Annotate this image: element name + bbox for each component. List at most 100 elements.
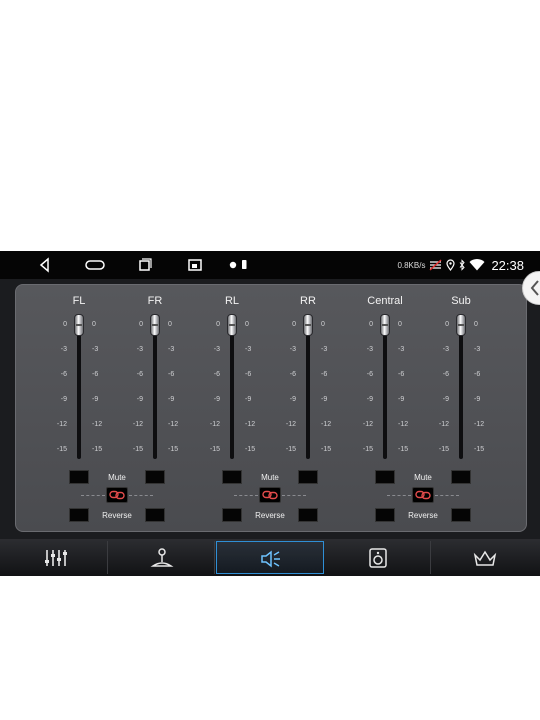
link-line xyxy=(234,495,258,496)
tick-label: -12 xyxy=(56,421,67,428)
tick-label: 0 xyxy=(63,321,67,328)
tick-label: -15 xyxy=(398,446,409,453)
reverse-toggle[interactable] xyxy=(222,508,242,522)
link-icon xyxy=(415,490,431,500)
tick-label: -15 xyxy=(56,446,67,453)
no-signal-icon xyxy=(429,259,442,271)
tick-label: -6 xyxy=(213,371,220,378)
gain-slider-track[interactable] xyxy=(153,331,157,459)
gain-slider-knob[interactable] xyxy=(303,314,313,336)
mute-toggle[interactable] xyxy=(222,470,242,484)
tick-label: -3 xyxy=(136,346,143,353)
back-icon[interactable] xyxy=(37,257,53,273)
tick-label: -6 xyxy=(442,371,449,378)
gain-slider-knob[interactable] xyxy=(74,314,84,336)
link-line xyxy=(282,495,306,496)
screenshot-icon[interactable] xyxy=(187,257,203,273)
tab-equalizer[interactable] xyxy=(2,541,108,574)
tick-label: -9 xyxy=(442,396,449,403)
tick-label: -6 xyxy=(474,371,481,378)
chevron-left-icon xyxy=(530,280,539,296)
tick-label: -15 xyxy=(168,446,179,453)
tab-balance[interactable] xyxy=(109,541,215,574)
reverse-toggle[interactable] xyxy=(145,508,165,522)
tick-label: 0 xyxy=(139,321,143,328)
channel-label: Central xyxy=(367,295,403,307)
notification-indicators xyxy=(229,260,247,269)
gain-slider-knob[interactable] xyxy=(456,314,466,336)
tick-label: 0 xyxy=(474,321,478,328)
tick-label: -3 xyxy=(442,346,449,353)
tick-label: -15 xyxy=(245,446,256,453)
reverse-label: Reverse xyxy=(408,511,438,520)
gain-slider-track[interactable] xyxy=(383,331,387,459)
speaker-volume-icon xyxy=(261,550,280,568)
tick-label: -3 xyxy=(168,346,175,353)
tick-label: -15 xyxy=(474,446,485,453)
tick-label: -12 xyxy=(132,421,143,428)
gain-slider-track[interactable] xyxy=(459,331,463,459)
link-icon xyxy=(109,490,125,500)
tick-label: -3 xyxy=(289,346,296,353)
channel-label: RL xyxy=(224,295,240,307)
tick-label: -3 xyxy=(245,346,252,353)
channel-link-button[interactable] xyxy=(412,487,434,503)
tick-label: -6 xyxy=(321,371,328,378)
tick-label: -9 xyxy=(168,396,175,403)
mute-toggle[interactable] xyxy=(375,470,395,484)
tick-label: 0 xyxy=(168,321,172,328)
tick-label: -9 xyxy=(136,396,143,403)
channel-link-button[interactable] xyxy=(259,487,281,503)
tick-label: -9 xyxy=(321,396,328,403)
mute-toggle[interactable] xyxy=(451,470,471,484)
link-line xyxy=(81,495,105,496)
gain-slider-knob[interactable] xyxy=(227,314,237,336)
tick-label: 0 xyxy=(369,321,373,328)
gain-slider-track[interactable] xyxy=(230,331,234,459)
network-speed: 0.8KB/s xyxy=(397,260,426,270)
reverse-toggle[interactable] xyxy=(69,508,89,522)
reverse-toggle[interactable] xyxy=(451,508,471,522)
tick-label: -12 xyxy=(92,421,103,428)
tick-label: -3 xyxy=(92,346,99,353)
gain-slider-knob[interactable] xyxy=(150,314,160,336)
battery-small-icon xyxy=(242,260,247,269)
tick-label: -9 xyxy=(366,396,373,403)
mute-toggle[interactable] xyxy=(145,470,165,484)
gain-slider-track[interactable] xyxy=(77,331,81,459)
tab-speaker-volume[interactable] xyxy=(216,541,324,574)
tick-label: -15 xyxy=(321,446,332,453)
mute-label: Mute xyxy=(414,473,432,482)
tick-label: 0 xyxy=(245,321,249,328)
reverse-toggle[interactable] xyxy=(375,508,395,522)
tick-label: -6 xyxy=(136,371,143,378)
tick-label: -15 xyxy=(285,446,296,453)
tick-label: -12 xyxy=(168,421,179,428)
tick-label: -3 xyxy=(474,346,481,353)
tick-label: -9 xyxy=(213,396,220,403)
channel-link-button[interactable] xyxy=(106,487,128,503)
reverse-label: Reverse xyxy=(255,511,285,520)
mute-toggle[interactable] xyxy=(298,470,318,484)
mute-toggle[interactable] xyxy=(69,470,89,484)
tab-premium[interactable] xyxy=(432,541,538,574)
tick-label: -9 xyxy=(245,396,252,403)
tick-label: 0 xyxy=(445,321,449,328)
tick-label: -15 xyxy=(92,446,103,453)
tick-label: -6 xyxy=(92,371,99,378)
tick-label: -3 xyxy=(321,346,328,353)
home-icon[interactable] xyxy=(84,257,106,273)
gain-slider-knob[interactable] xyxy=(380,314,390,336)
tab-speaker-box[interactable] xyxy=(325,541,431,574)
tick-label: -6 xyxy=(398,371,405,378)
side-collapse-button[interactable] xyxy=(522,271,540,305)
bluetooth-icon xyxy=(460,259,466,271)
tick-label: -12 xyxy=(438,421,449,428)
bottom-tab-bar xyxy=(0,539,540,576)
tick-label: 0 xyxy=(292,321,296,328)
recent-apps-icon[interactable] xyxy=(137,257,153,273)
gain-slider-track[interactable] xyxy=(306,331,310,459)
reverse-toggle[interactable] xyxy=(298,508,318,522)
link-line xyxy=(387,495,411,496)
channel-label: Sub xyxy=(451,295,471,307)
